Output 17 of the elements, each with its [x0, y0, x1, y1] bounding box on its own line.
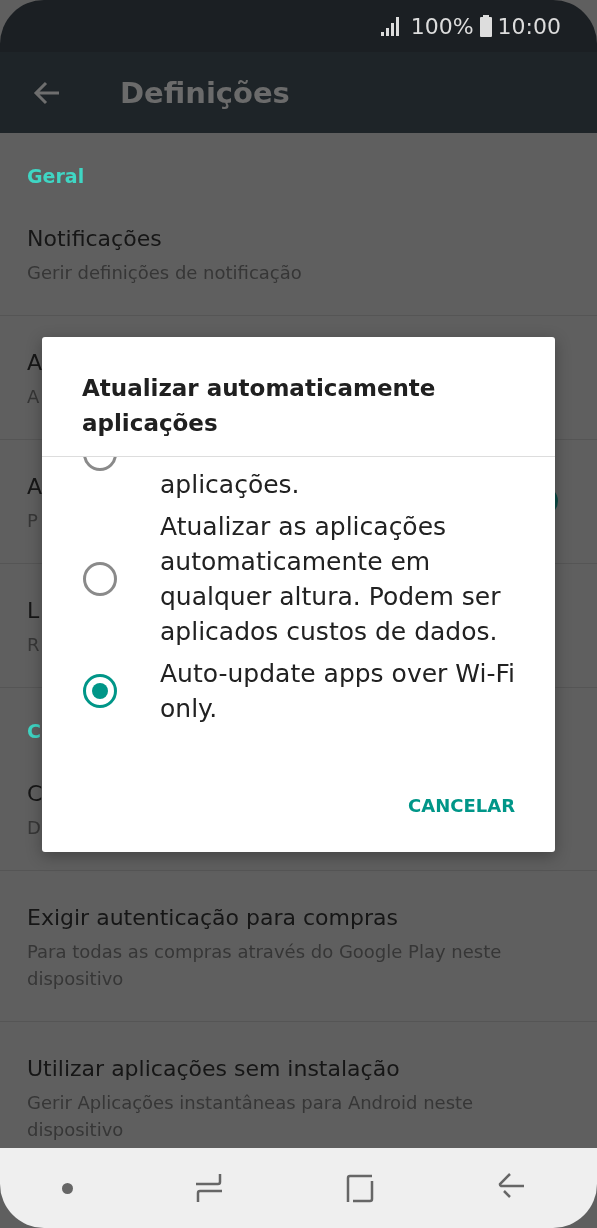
cancel-button[interactable]: CANCELAR: [392, 781, 531, 829]
battery-percent: 100%: [410, 13, 474, 39]
dot-icon: [61, 1182, 73, 1194]
radio-option[interactable]: Auto-update apps over Wi-Fi only.: [42, 656, 555, 726]
section-header: C: [27, 719, 41, 744]
radio-option[interactable]: aplicações.: [42, 457, 555, 502]
recents-icon[interactable]: [196, 1173, 223, 1203]
dialog-title: Atualizar automaticamente aplicações: [42, 337, 555, 457]
radio-button[interactable]: [83, 674, 117, 708]
radio-button[interactable]: [83, 562, 117, 596]
back-arrow-icon[interactable]: [33, 80, 61, 105]
clock: 10:00: [497, 13, 561, 39]
battery-icon: [479, 15, 492, 37]
home-icon[interactable]: [345, 1173, 374, 1203]
screen-title: Definições: [120, 75, 290, 110]
radio-option[interactable]: Atualizar as aplicações automaticamente em qualquer altura. Podem ser aplicados custos de dados.: [42, 509, 555, 649]
section-header: Geral: [27, 164, 85, 189]
